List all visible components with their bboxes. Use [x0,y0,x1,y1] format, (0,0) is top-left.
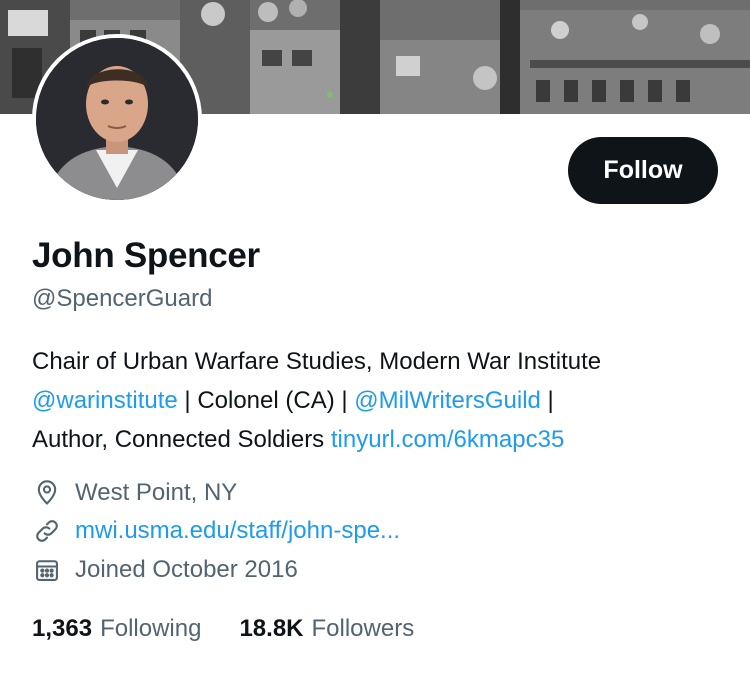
profile-location: West Point, NY [32,478,237,508]
mention-link-milwritersguild[interactable]: @MilWritersGuild [354,387,541,414]
followers-stat-link[interactable]: 18.8K Followers [239,615,414,643]
profile-join-date: Joined October 2016 [32,555,298,585]
profile-bio: Chair of Urban Warfare Studies, Modern W… [32,342,732,459]
bio-text: Author, Connected Soldiers [32,426,331,453]
followers-count: 18.8K [239,615,304,642]
bio-text: Chair of Urban Warfare Studies, Modern W… [32,348,602,375]
profile-website: mwi.usma.edu/staff/john-spe... [32,516,400,546]
mention-link-warinstitute[interactable]: @warinstitute [32,387,178,414]
bio-text: | [540,387,554,414]
calendar-icon [32,555,62,585]
profile-handle: @SpencerGuard [32,285,213,312]
bio-line-1: Chair of Urban Warfare Studies, Modern W… [32,342,732,381]
followers-label: Followers [311,615,415,642]
avatar-portrait-illustration [36,38,198,200]
following-stat-link[interactable]: 1,363 Following [32,615,201,643]
bio-text: | Colonel (CA) | [177,387,355,414]
bio-line-2: @warinstitute | Colonel (CA) | @MilWrite… [32,381,732,420]
avatar-frame[interactable] [32,34,202,204]
avatar [36,38,198,200]
link-icon [32,516,62,546]
following-label: Following [100,615,202,642]
map-pin-icon [32,478,62,508]
bio-line-3: Author, Connected Soldiers tinyurl.com/6… [32,420,732,459]
profile-display-name: John Spencer [32,236,260,275]
following-count: 1,363 [32,615,93,642]
bio-url-link[interactable]: tinyurl.com/6kmapc35 [331,426,564,453]
website-link[interactable]: mwi.usma.edu/staff/john-spe... [75,517,400,545]
location-text: West Point, NY [75,479,238,506]
joined-text: Joined October 2016 [75,556,298,583]
profile-stats: 1,363 Following 18.8K Followers [32,615,452,643]
follow-button[interactable]: Follow [568,137,718,204]
